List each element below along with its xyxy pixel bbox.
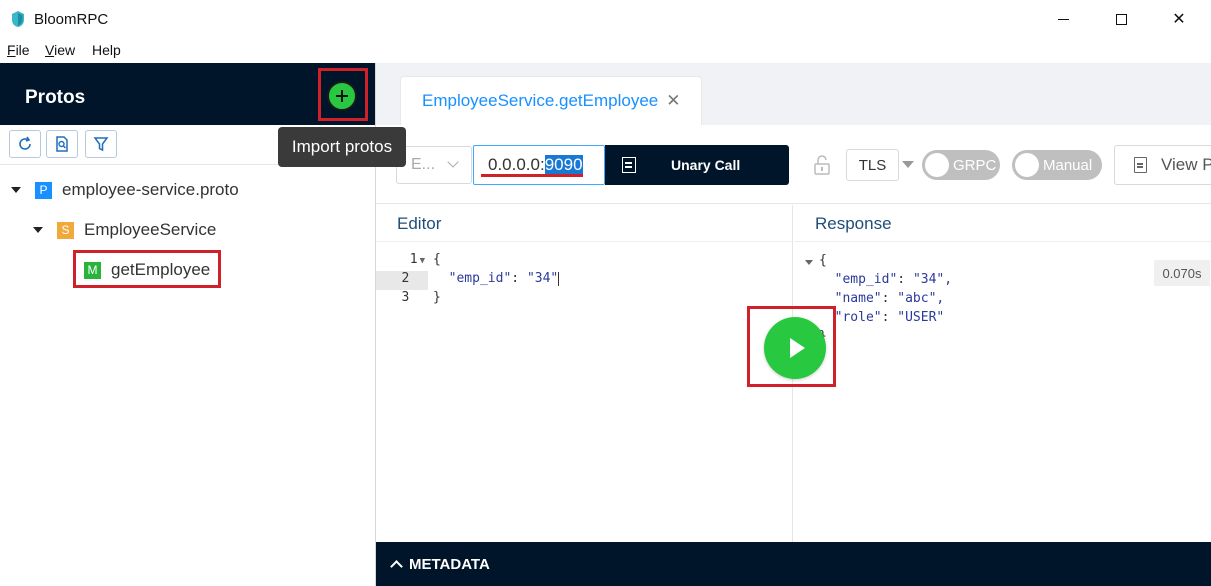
menu-help-label: Help — [92, 42, 121, 58]
address-selected-port: 9090 — [544, 155, 583, 175]
title-bar: BloomRPC ✕ — [0, 0, 1211, 38]
tree-service[interactable]: S EmployeeService — [33, 220, 216, 240]
response-line: "role": "USER" — [834, 310, 945, 325]
response-column: Response { "emp_id": "34", "name": "abc"… — [794, 205, 1211, 542]
address-prefix: 0.0.0.0: — [488, 155, 545, 174]
filter-icon — [93, 137, 109, 152]
menu-view-label: iew — [54, 42, 76, 58]
json-key: "emp_id" — [448, 271, 512, 286]
json-value: "USER" — [897, 310, 945, 325]
menu-help[interactable]: Help — [92, 42, 121, 58]
server-address-input[interactable]: 0.0.0.0: 9090 — [473, 145, 605, 185]
call-type-button[interactable]: Unary Call — [605, 145, 789, 185]
metadata-label: METADATA — [409, 555, 490, 573]
fold-icon[interactable]: ▼ — [420, 256, 425, 266]
chevron-up-icon — [390, 560, 403, 573]
minimize-button[interactable] — [1034, 0, 1092, 38]
request-controls: E... 0.0.0.0: 9090 Unary Call TLS GRPC M… — [376, 125, 1211, 204]
protos-title: Protos — [25, 87, 86, 108]
import-protos-tooltip: Import protos — [278, 127, 406, 167]
menu-view[interactable]: View — [45, 42, 75, 58]
play-highlight-box — [747, 306, 836, 387]
document-icon — [1134, 157, 1147, 173]
json-value: "34", — [912, 272, 953, 287]
response-time-badge: 0.070s — [1154, 260, 1210, 286]
minimize-icon — [1057, 18, 1069, 20]
chevron-down-icon — [447, 156, 459, 168]
service-label: EmployeeService — [84, 220, 217, 239]
manual-toggle-label: Manual — [1043, 156, 1093, 174]
manual-toggle[interactable]: Manual — [1012, 150, 1102, 180]
code-line: { — [433, 252, 441, 267]
file-search-icon — [56, 136, 68, 152]
search-protos-button[interactable] — [46, 130, 78, 158]
tab-label: EmployeeService.getEmployee — [422, 91, 659, 110]
response-line: "emp_id": "34", — [834, 272, 953, 287]
fold-icon[interactable] — [805, 260, 813, 265]
response-title: Response — [815, 214, 892, 233]
unary-call-icon — [622, 157, 636, 173]
line-number: 3 — [401, 290, 410, 305]
menu-bar: File View Help — [0, 38, 1211, 63]
window-title: BloomRPC — [34, 11, 109, 28]
menu-file[interactable]: File — [7, 42, 30, 58]
tls-dropdown-caret-icon[interactable] — [902, 161, 914, 168]
menu-view-mnemonic: V — [45, 42, 55, 58]
address-annotation-underline — [481, 174, 583, 177]
response-line: "name": "abc", — [834, 291, 945, 306]
menu-file-mnemonic: F — [7, 42, 16, 58]
tls-label: TLS — [858, 156, 887, 174]
grpc-toggle[interactable]: GRPC — [922, 150, 1000, 180]
maximize-button[interactable] — [1092, 0, 1150, 38]
response-header: Response — [794, 205, 1211, 242]
response-line: { — [819, 253, 827, 268]
json-key: "name" — [834, 291, 882, 306]
menu-file-label: ile — [15, 42, 30, 58]
environment-select[interactable]: E... — [396, 146, 472, 184]
tree-proto-file[interactable]: P employee-service.proto — [11, 180, 239, 200]
code-line: "emp_id": "34" — [448, 271, 560, 286]
environment-value: E... — [411, 156, 436, 173]
view-proto-label: View P — [1161, 155, 1211, 174]
line-number: 1 ▼ — [409, 252, 425, 267]
view-proto-button[interactable]: View P — [1114, 145, 1211, 185]
tab-close-icon[interactable]: ✕ — [666, 91, 680, 111]
method-highlight-box — [73, 250, 221, 288]
proto-file-label: employee-service.proto — [62, 180, 239, 199]
toggle-knob — [925, 153, 949, 177]
bloomrpc-logo-icon — [12, 11, 24, 27]
json-value: "34" — [526, 271, 559, 286]
import-highlight-box — [318, 68, 368, 121]
collapse-caret-icon[interactable] — [33, 227, 43, 233]
unlock-icon[interactable] — [813, 155, 831, 175]
call-type-label: Unary Call — [671, 157, 741, 173]
proto-badge: P — [35, 181, 52, 199]
toggle-knob — [1015, 153, 1039, 177]
tls-button[interactable]: TLS — [846, 149, 899, 181]
grpc-toggle-label: GRPC — [953, 156, 997, 174]
editor-header: Editor — [376, 205, 792, 242]
reload-protos-button[interactable] — [9, 130, 41, 158]
json-key: "emp_id" — [834, 272, 898, 287]
close-icon: ✕ — [1172, 11, 1186, 28]
maximize-icon — [1115, 13, 1127, 25]
service-badge: S — [57, 221, 74, 239]
collapse-caret-icon[interactable] — [11, 187, 21, 193]
metadata-toggle-bar[interactable]: METADATA — [376, 542, 1211, 586]
close-window-button[interactable]: ✕ — [1150, 0, 1208, 38]
reload-icon — [19, 136, 31, 150]
json-value: "abc", — [897, 291, 945, 306]
json-key: "role" — [834, 310, 882, 325]
filter-protos-button[interactable] — [85, 130, 117, 158]
text-cursor — [558, 271, 560, 286]
code-line: } — [433, 290, 441, 305]
tab-employee-service-get-employee[interactable]: EmployeeService.getEmployee ✕ — [400, 76, 702, 125]
line-number: 2 — [376, 271, 428, 290]
editor-column: Editor 1 ▼ 2 3 { "emp_id": "34" } — [376, 205, 793, 542]
editor-title: Editor — [397, 214, 442, 233]
